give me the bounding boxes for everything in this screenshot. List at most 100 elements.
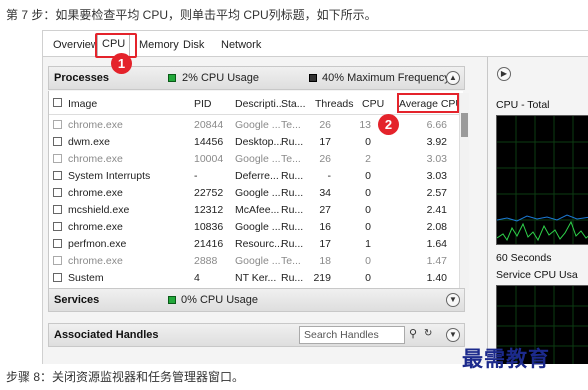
row-checkbox[interactable]: [53, 154, 62, 163]
cell-image: System Interrupts: [68, 170, 151, 182]
cell-description: Google ...: [235, 221, 281, 233]
tab-overview[interactable]: Overview: [53, 39, 99, 51]
scrollbar-thumb[interactable]: [461, 113, 468, 137]
row-checkbox[interactable]: [53, 205, 62, 214]
cell-description: Google ...: [235, 119, 281, 131]
cell-threads: -: [327, 170, 332, 182]
collapse-up-icon[interactable]: ▲: [446, 71, 460, 85]
cell-description: McAfee...: [235, 204, 280, 216]
time-span-label: 60 Seconds: [496, 252, 552, 264]
process-table-scrollbar[interactable]: [459, 93, 469, 290]
cell-status: Te...: [281, 153, 301, 165]
row-checkbox[interactable]: [53, 222, 62, 231]
cell-pid: 10836: [194, 221, 224, 233]
graph-pane: ▶ CPU - Total 60 Seconds Service CPU Usa: [487, 57, 588, 364]
services-header[interactable]: Services 0% CPU Usage ▼: [48, 288, 465, 312]
cpu-total-label: CPU - Total: [496, 99, 550, 111]
row-checkbox[interactable]: [53, 256, 62, 265]
cell-image: mcshield.exe: [68, 204, 130, 216]
cell-pid: 4: [194, 272, 200, 284]
select-all-checkbox[interactable]: [53, 98, 62, 107]
cell-average-cpu: 3.03: [426, 153, 447, 165]
cell-threads: 18: [319, 255, 331, 267]
column-header-image[interactable]: Image: [68, 98, 97, 110]
processes-cpu-usage: 2% CPU Usage: [182, 72, 260, 84]
cell-status: Ru...: [281, 204, 304, 216]
cell-description: Deferre...: [235, 170, 279, 182]
row-checkbox[interactable]: [53, 120, 62, 129]
cell-cpu: 13: [359, 119, 371, 131]
cell-status: Ru...: [281, 170, 304, 182]
cell-image: perfmon.exe: [68, 238, 127, 250]
cell-status: Ru...: [281, 221, 304, 233]
expand-right-icon[interactable]: ▶: [497, 67, 511, 81]
table-row[interactable]: Sustem 4 NT Ker... Ru... 219 0 1.40: [49, 270, 459, 287]
cell-image: Sustem: [68, 272, 104, 284]
cell-image: chrome.exe: [68, 255, 123, 267]
cell-pid: 10004: [194, 153, 224, 165]
expand-down-icon[interactable]: ▼: [446, 328, 460, 342]
cell-image: chrome.exe: [68, 119, 123, 131]
cell-status: Te...: [281, 255, 301, 267]
column-header-pid[interactable]: PID: [194, 98, 212, 110]
tab-disk[interactable]: Disk: [183, 39, 204, 51]
cpu-total-graph: [496, 115, 588, 245]
cell-threads: 17: [319, 136, 331, 148]
cell-threads: 16: [319, 221, 331, 233]
cell-average-cpu: 2.08: [426, 221, 447, 233]
table-row[interactable]: dwm.exe 14456 Desktop... Ru... 17 0 3.92: [49, 134, 459, 151]
cell-pid: 20844: [194, 119, 224, 131]
row-checkbox[interactable]: [53, 239, 62, 248]
row-checkbox[interactable]: [53, 188, 62, 197]
cell-status: Ru...: [281, 136, 304, 148]
cell-cpu: 1: [365, 238, 371, 250]
processes-title: Processes: [54, 72, 110, 84]
row-checkbox[interactable]: [53, 171, 62, 180]
table-row[interactable]: mcshield.exe 12312 McAfee... Ru... 27 0 2.41: [49, 202, 459, 219]
cell-cpu: 0: [365, 204, 371, 216]
cell-cpu: 0: [365, 221, 371, 233]
cell-description: NT Ker...: [235, 272, 277, 284]
cell-threads: 34: [319, 187, 331, 199]
step-instruction-top: 第 7 步：如果要检查平均 CPU，则单击平均 CPU列标题，如下所示。: [6, 8, 377, 22]
search-handles-input[interactable]: Search Handles: [299, 326, 405, 344]
column-header-cpu[interactable]: CPU: [362, 98, 384, 110]
cell-status: Ru...: [281, 238, 304, 250]
cell-pid: 2888: [194, 255, 218, 267]
cell-average-cpu: 3.03: [426, 170, 447, 182]
cell-threads: 26: [319, 153, 331, 165]
services-usage-indicator-icon: [168, 296, 176, 304]
table-header-row: Image PID Descripti... Sta... Threads CP…: [49, 91, 463, 115]
row-checkbox[interactable]: [53, 137, 62, 146]
tab-network[interactable]: Network: [221, 39, 261, 51]
column-header-status[interactable]: Sta...: [281, 98, 306, 110]
cell-average-cpu: 3.92: [426, 136, 447, 148]
table-row[interactable]: chrome.exe 22752 Google ... Ru... 34 0 2.57: [49, 185, 459, 202]
table-row[interactable]: chrome.exe 10836 Google ... Ru... 16 0 2.08: [49, 219, 459, 236]
processes-max-frequency: 40% Maximum Frequency: [322, 72, 450, 84]
cell-average-cpu: 1.40: [426, 272, 447, 284]
cell-status: Te...: [281, 119, 301, 131]
cell-description: Google ...: [235, 153, 281, 165]
resource-monitor-window: Overview CPU Memory Disk Network Process…: [42, 30, 588, 364]
expand-down-icon[interactable]: ▼: [446, 293, 460, 307]
column-header-description[interactable]: Descripti...: [235, 98, 285, 110]
processes-header[interactable]: Processes 2% CPU Usage 40% Maximum Frequ…: [48, 66, 465, 90]
service-cpu-usage-label: Service CPU Usa: [496, 269, 578, 281]
row-checkbox[interactable]: [53, 273, 62, 282]
table-row[interactable]: System Interrupts - Deferre... Ru... - 0 3.03: [49, 168, 459, 185]
refresh-search-icon[interactable]: ↻: [424, 328, 432, 339]
search-icon[interactable]: ⚲: [409, 327, 417, 340]
tab-memory[interactable]: Memory: [139, 39, 179, 51]
table-row[interactable]: perfmon.exe 21416 Resourc... Ru... 17 1 1.64: [49, 236, 459, 253]
cell-average-cpu: 1.47: [426, 255, 447, 267]
cell-threads: 26: [319, 119, 331, 131]
cell-status: Ru...: [281, 272, 304, 284]
cell-average-cpu: 6.66: [426, 119, 447, 131]
table-row[interactable]: chrome.exe 10004 Google ... Te... 26 2 3.03: [49, 151, 459, 168]
column-header-threads[interactable]: Threads: [315, 98, 354, 110]
average-cpu-highlight: [397, 93, 459, 113]
max-frequency-indicator-icon: [309, 74, 317, 82]
table-row[interactable]: chrome.exe 2888 Google ... Te... 18 0 1.47: [49, 253, 459, 270]
cell-pid: 14456: [194, 136, 224, 148]
